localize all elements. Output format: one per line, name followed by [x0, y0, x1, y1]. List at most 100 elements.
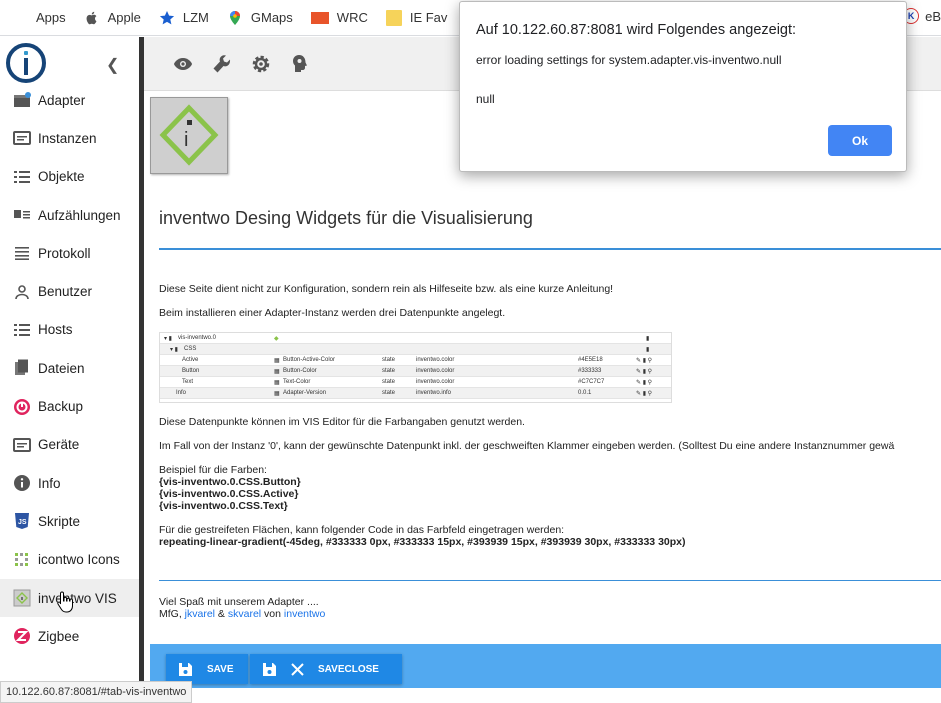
table-cell: state — [382, 368, 396, 374]
paragraph: Diese Datenpunkte können im VIS Editor f… — [159, 416, 525, 428]
sidebar-item-label: icontwo Icons — [38, 552, 120, 568]
sidebar-item-geraete[interactable]: Geräte — [0, 426, 139, 464]
sidebar-nav: Adapter Instanzen Objekte Aufzählungen P… — [0, 83, 139, 655]
table-cell: inventwo.color — [416, 357, 455, 363]
bookmark-apps[interactable]: Apps — [12, 10, 66, 26]
table-cell: ▦ — [274, 369, 280, 375]
divider — [159, 248, 941, 250]
objects-list-icon — [12, 167, 32, 187]
expert-head-icon[interactable] — [289, 53, 311, 75]
sidebar-item-label: Backup — [38, 399, 84, 415]
bookmark-label: Apple — [107, 10, 141, 25]
sidebar-item-icontwo-icons[interactable]: icontwo Icons — [0, 541, 139, 579]
sidebar-item-zigbee[interactable]: Zigbee — [0, 617, 139, 655]
sidebar-item-label: Aufzählungen — [38, 207, 121, 223]
sidebar-item-dateien[interactable]: Dateien — [0, 349, 139, 387]
bookmark-eb[interactable]: K eB — [903, 8, 941, 24]
sidebar-item-benutzer[interactable]: Benutzer — [0, 272, 139, 310]
table-cell: vis-inventwo.0 — [178, 335, 217, 341]
sidebar-item-label: Zigbee — [38, 628, 80, 644]
row-actions-icon: ✎ ▮ ⚲ — [636, 358, 653, 364]
bookmark-ie-fav[interactable]: IE Fav — [385, 9, 447, 26]
sidebar-item-label: inventwo VIS — [38, 590, 117, 606]
chevron-left-icon[interactable]: ❮ — [106, 55, 119, 75]
close-icon — [291, 662, 304, 676]
bookmark-wrc[interactable]: WRC — [310, 10, 368, 25]
save-icon — [178, 662, 193, 677]
sidebar-item-aufzaehlungen[interactable]: Aufzählungen — [0, 196, 139, 234]
table-cell: inventwo.info — [416, 390, 452, 396]
log-icon — [12, 243, 32, 263]
sidebar-item-objekte[interactable]: Objekte — [0, 158, 139, 196]
company-link-inventwo[interactable]: inventwo — [284, 608, 325, 620]
sidebar-item-hosts[interactable]: Hosts — [0, 311, 139, 349]
table-cell: Info — [176, 390, 187, 396]
eye-icon[interactable] — [172, 53, 194, 75]
table-row: Info ▦ Adapter-Version state inventwo.in… — [160, 388, 671, 399]
table-cell: Active — [182, 357, 199, 363]
page-title: inventwo Desing Widgets für die Visualis… — [159, 208, 533, 228]
sidebar-item-protokoll[interactable]: Protokoll — [0, 234, 139, 272]
svg-text:JS: JS — [18, 519, 27, 526]
credits-prefix: MfG, — [159, 608, 185, 620]
save-label: SAVE — [207, 663, 234, 675]
paragraph: Für die gestreifeten Flächen, kann folge… — [159, 524, 565, 536]
table-row: Text ▦ Text-Color state inventwo.color #… — [160, 377, 671, 388]
zigbee-icon — [12, 626, 32, 646]
iobroker-logo[interactable] — [6, 43, 46, 83]
sidebar-item-label: Dateien — [38, 360, 85, 376]
status-url-bar: 10.122.60.87:8081/#tab-vis-inventwo — [0, 681, 193, 703]
apple-icon — [86, 11, 97, 24]
datapoints-table-image: ▾ ▮ vis-inventwo.0 ◆ ▮ ▾ ▮ CSS ▮ Active … — [159, 332, 672, 403]
save-icon — [262, 662, 277, 677]
adapter-store-icon — [12, 90, 32, 110]
paragraph: Beispiel für die Farben: — [159, 464, 267, 476]
sidebar-item-label: Hosts — [38, 322, 73, 338]
sidebar-item-skripte[interactable]: JS Skripte — [0, 502, 139, 540]
apps-grid-icon — [12, 10, 28, 26]
sidebar-item-label: Skripte — [38, 513, 81, 529]
tree-toggle-icon: ▾ ▮ — [164, 336, 172, 342]
sidebar-item-instanzen[interactable]: Instanzen — [0, 119, 139, 157]
table-cell: ▮ — [646, 336, 650, 342]
table-cell: ▦ — [274, 358, 280, 364]
table-cell: inventwo.color — [416, 379, 455, 385]
alert-dialog: Auf 10.122.60.87:8081 wird Folgendes ang… — [459, 1, 907, 172]
bookmark-label: LZM — [182, 10, 209, 25]
author-link-skvarel[interactable]: skvarel — [228, 608, 261, 620]
table-cell: Button — [182, 368, 200, 374]
files-icon — [12, 358, 32, 378]
divider — [159, 580, 941, 581]
sidebar-item-backup[interactable]: Backup — [0, 387, 139, 425]
code-line: {vis-inventwo.0.CSS.Active} — [159, 488, 299, 500]
row-actions-icon: ✎ ▮ ⚲ — [636, 380, 653, 386]
footer-text: Viel Spaß mit unserem Adapter .... — [159, 596, 319, 608]
sidebar-item-adapter[interactable]: Adapter — [0, 81, 139, 119]
enums-icon — [12, 205, 32, 225]
sidebar-item-label: Protokoll — [38, 245, 91, 261]
inventwo-logo: i — [150, 97, 228, 174]
bookmark-label: Apps — [36, 10, 66, 25]
table-cell: #4E5E18 — [578, 357, 603, 363]
google-maps-icon — [229, 10, 240, 25]
icontwo-icon — [12, 550, 32, 570]
gear-icon[interactable] — [250, 53, 272, 75]
table-cell: state — [382, 390, 396, 396]
saveclose-button[interactable]: SAVECLOSE — [250, 654, 402, 684]
credits-amp: & — [215, 608, 228, 620]
dialog-message: error loading settings for system.adapte… — [476, 53, 782, 67]
table-cell: 0.0.1 — [578, 390, 592, 396]
table-cell: Adapter-Version — [283, 390, 327, 396]
author-link-jkvarel[interactable]: jkvarel — [185, 608, 215, 620]
save-button[interactable]: SAVE — [166, 654, 248, 684]
bookmark-lzm[interactable]: LZM — [159, 10, 209, 26]
bookmark-gmaps[interactable]: GMaps — [227, 10, 293, 26]
ok-button[interactable]: Ok — [828, 125, 892, 156]
bookmark-label: eB — [925, 8, 941, 24]
bookmark-apple[interactable]: Apple — [84, 10, 141, 26]
sidebar-item-info[interactable]: Info — [0, 464, 139, 502]
intro-text-2: Beim installieren einer Adapter-Instanz … — [159, 307, 506, 319]
wrench-icon[interactable] — [211, 53, 233, 75]
table-cell: state — [382, 357, 396, 363]
row-actions-icon: ✎ ▮ ⚲ — [636, 391, 653, 397]
